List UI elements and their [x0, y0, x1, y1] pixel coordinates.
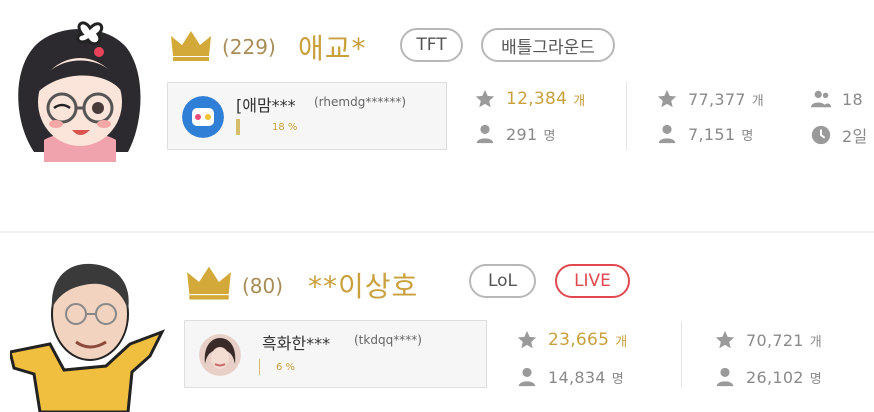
person-icon — [658, 124, 676, 144]
streamer-rank: (80) — [242, 274, 284, 298]
top-fan-box[interactable]: 흑화한*** (tkdqq****) 6 % — [184, 320, 487, 388]
stat-total-stars-value: 77,377 — [688, 89, 746, 109]
tag-category[interactable]: LoL — [469, 264, 536, 298]
streamer-card[interactable]: (80) **이상호 LoL LIVE 흑화한*** (tkdqq****) 6… — [0, 236, 874, 412]
stat-extra-time: 2일 — [810, 123, 868, 147]
stat-total-stars: 70,721 개 — [714, 329, 822, 351]
clock-icon — [811, 125, 831, 145]
streamer-name[interactable]: 애교* — [298, 27, 367, 67]
star-icon — [517, 330, 537, 349]
fan-share-percent: 6 % — [276, 362, 296, 373]
streamer-card[interactable]: (229) 애교* TFT 배틀그라운드 [애맘*** (rhemdg*****… — [0, 0, 874, 210]
people-icon — [810, 90, 832, 108]
person-icon — [518, 367, 536, 387]
stat-total-fans: 26,102 명 — [714, 366, 822, 388]
stat-fans-value: 14,834 — [548, 367, 606, 387]
stat-stars-unit: 개 — [573, 93, 586, 109]
fan-share-bar-fill — [259, 359, 261, 375]
divider — [626, 82, 627, 150]
stat-fans: 291 명 — [474, 123, 555, 145]
tag-category[interactable]: TFT — [400, 28, 463, 62]
person-icon — [716, 367, 734, 387]
stat-extra-people-value: 18 — [842, 89, 863, 109]
live-badge[interactable]: LIVE — [555, 264, 630, 298]
person-icon — [476, 124, 494, 144]
stat-fans-unit: 명 — [543, 128, 556, 144]
fan-share-bar-fill — [236, 119, 241, 135]
star-icon — [475, 89, 495, 108]
fan-share-bar — [236, 119, 260, 135]
crown-icon — [187, 266, 231, 300]
stat-stars: 12,384 개 — [474, 88, 585, 110]
stat-stars: 23,665 개 — [516, 329, 627, 351]
crown-icon — [171, 31, 211, 61]
stat-stars-value: 23,665 — [548, 330, 610, 350]
star-icon — [657, 89, 677, 108]
top-fan-box[interactable]: [애맘*** (rhemdg******) 18 % — [167, 82, 447, 150]
stat-total-fans-value: 7,151 — [688, 124, 736, 144]
streamer-rank: (229) — [222, 35, 276, 59]
row-separator — [0, 231, 874, 233]
fan-id: (rhemdg******) — [314, 95, 406, 109]
stat-fans-value: 291 — [506, 124, 538, 144]
stat-stars-value: 12,384 — [506, 89, 568, 109]
stat-total-fans-unit: 명 — [741, 128, 754, 144]
stat-total-stars-unit: 개 — [809, 334, 822, 350]
stat-stars-unit: 개 — [615, 334, 628, 350]
stat-fans-unit: 명 — [611, 371, 624, 387]
stat-total-fans-value: 26,102 — [746, 367, 804, 387]
streamer-avatar[interactable] — [4, 12, 156, 162]
stat-extra-time-value: 2일 — [842, 127, 868, 146]
stat-total-stars-unit: 개 — [751, 93, 764, 109]
stat-total-fans: 7,151 명 — [656, 123, 753, 145]
divider — [681, 322, 682, 388]
stat-total-stars: 77,377 개 — [656, 88, 764, 110]
fan-id: (tkdqq****) — [354, 333, 422, 347]
fan-avatar — [182, 96, 224, 138]
stat-total-stars-value: 70,721 — [746, 330, 804, 350]
fan-name: [애맘*** — [236, 96, 296, 115]
star-icon — [715, 330, 735, 349]
streamer-avatar[interactable] — [10, 252, 166, 412]
tag-category[interactable]: 배틀그라운드 — [481, 28, 615, 62]
fan-avatar — [199, 334, 241, 376]
stat-total-fans-unit: 명 — [809, 371, 822, 387]
streamer-name[interactable]: **이상호 — [308, 265, 418, 305]
fan-name: 흑화한*** — [262, 334, 331, 353]
fan-share-percent: 18 % — [272, 122, 298, 133]
stat-fans: 14,834 명 — [516, 366, 624, 388]
stat-extra-people: 18 — [810, 88, 863, 110]
